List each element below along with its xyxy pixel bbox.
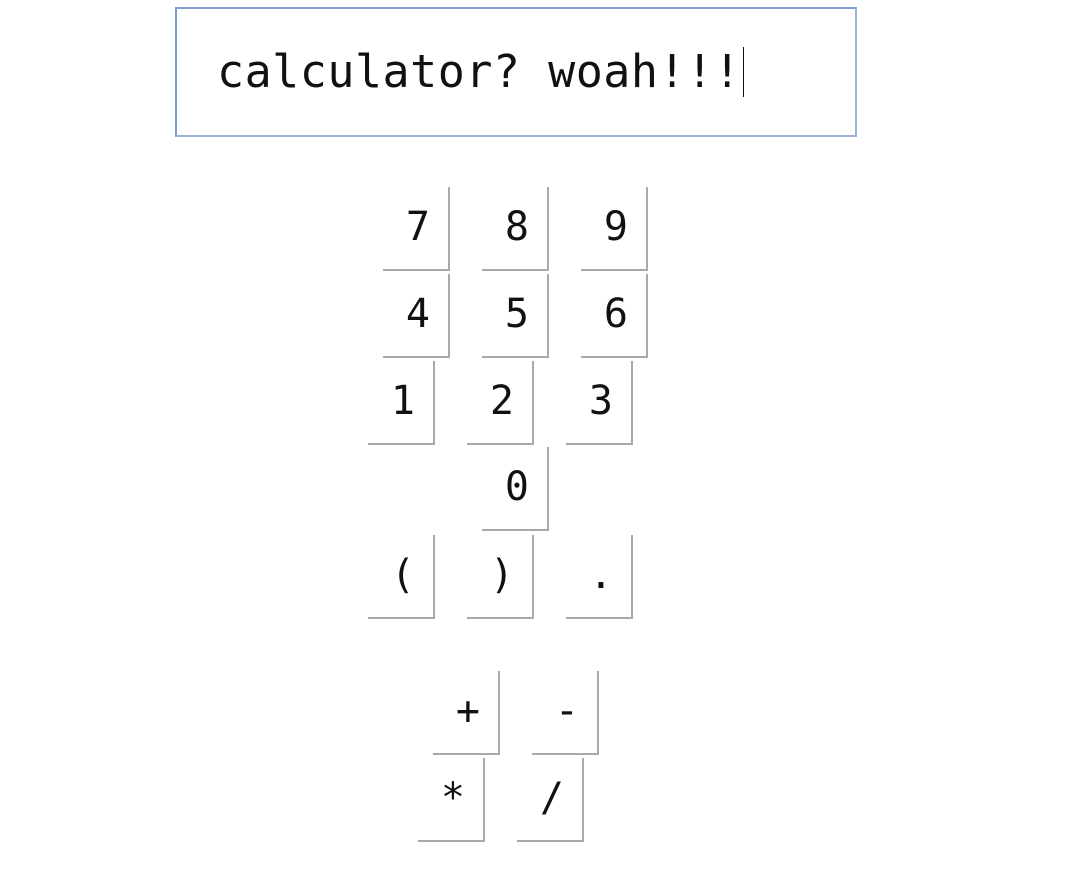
key-divide-button[interactable]: / — [517, 758, 584, 842]
key-decimal-point-button[interactable]: . — [566, 535, 633, 619]
key-6-button[interactable]: 6 — [581, 274, 648, 358]
key-minus-label: - — [554, 688, 579, 734]
key-left-paren-button[interactable]: ( — [368, 535, 435, 619]
key-2-button[interactable]: 2 — [467, 361, 534, 445]
key-3-button[interactable]: 3 — [566, 361, 633, 445]
key-7-button[interactable]: 7 — [383, 187, 450, 271]
key-right-paren-label: ) — [489, 552, 514, 598]
key-8-button[interactable]: 8 — [482, 187, 549, 271]
key-left-paren-label: ( — [390, 552, 415, 598]
key-4-label: 4 — [405, 291, 430, 337]
key-multiply-label: * — [440, 775, 465, 821]
key-multiply-button[interactable]: * — [418, 758, 485, 842]
key-9-label: 9 — [603, 204, 628, 250]
key-6-label: 6 — [603, 291, 628, 337]
key-8-label: 8 — [504, 204, 529, 250]
key-5-label: 5 — [504, 291, 529, 337]
key-4-button[interactable]: 4 — [383, 274, 450, 358]
key-3-label: 3 — [588, 378, 613, 424]
key-1-button[interactable]: 1 — [368, 361, 435, 445]
text-caret — [743, 47, 745, 97]
calculator-display[interactable]: calculator? woah!!! — [175, 7, 857, 137]
key-0-label: 0 — [504, 464, 529, 510]
key-plus-label: + — [455, 688, 480, 734]
key-1-label: 1 — [390, 378, 415, 424]
key-2-label: 2 — [489, 378, 514, 424]
key-7-label: 7 — [405, 204, 430, 250]
key-decimal-point-label: . — [588, 552, 613, 598]
key-divide-label: / — [539, 775, 564, 821]
key-plus-button[interactable]: + — [433, 671, 500, 755]
display-value: calculator? woah!!! — [217, 45, 742, 98]
key-9-button[interactable]: 9 — [581, 187, 648, 271]
key-right-paren-button[interactable]: ) — [467, 535, 534, 619]
key-5-button[interactable]: 5 — [482, 274, 549, 358]
key-0-button[interactable]: 0 — [482, 447, 549, 531]
key-minus-button[interactable]: - — [532, 671, 599, 755]
